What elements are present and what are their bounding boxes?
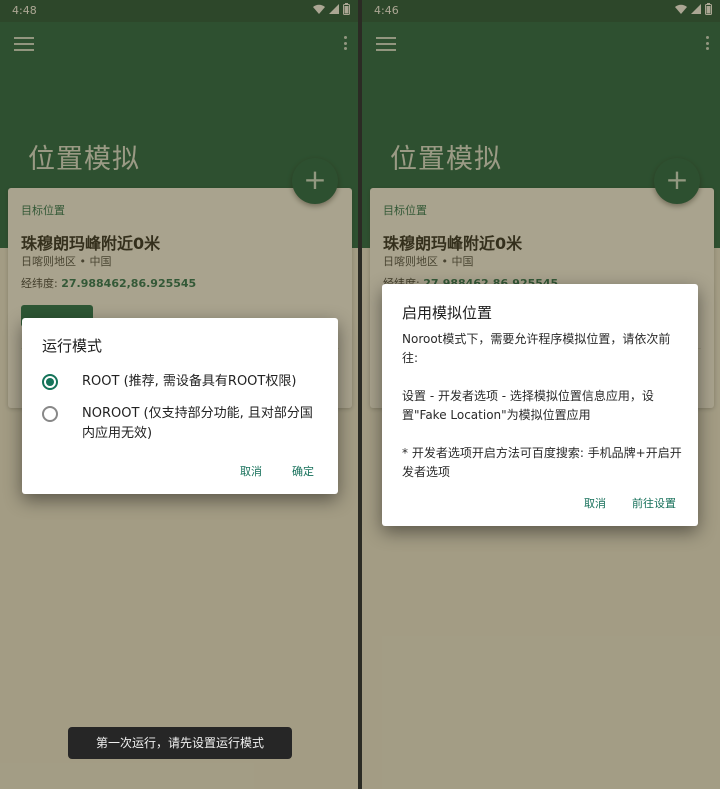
- dialog-actions: 取消 确定: [240, 463, 314, 479]
- cancel-button[interactable]: 取消: [240, 463, 262, 479]
- toast-message: 第一次运行，请先设置运行模式: [68, 727, 292, 759]
- dialog-paragraph: 设置 - 开发者选项 - 选择模拟位置信息应用，设置"Fake Location…: [402, 389, 654, 422]
- confirm-button[interactable]: 确定: [292, 463, 314, 479]
- option-noroot-label: NOROOT (仅支持部分功能, 且对部分国内应用无效): [82, 406, 313, 441]
- dialog-body: Noroot模式下，需要允许程序模拟位置，请依次前往: 设置 - 开发者选项 -…: [402, 330, 686, 482]
- go-to-settings-button[interactable]: 前往设置: [632, 495, 676, 511]
- left-phone-screen: 4:48 位置模拟 + 目标位置 珠穆朗玛峰附近0米 日喀则地区 • 中国 经纬…: [0, 0, 358, 789]
- dialog-title: 运行模式: [42, 337, 103, 355]
- radio-checked-icon[interactable]: [42, 374, 58, 390]
- enable-mock-location-dialog: 启用模拟位置 Noroot模式下，需要允许程序模拟位置，请依次前往: 设置 - …: [382, 284, 698, 526]
- right-phone-screen: 4:46 位置模拟 + 目标位置 珠穆朗玛峰附近0米 日喀则地区 • 中国 经纬…: [362, 0, 720, 789]
- option-root[interactable]: ROOT (推荐, 需设备具有ROOT权限): [42, 372, 322, 392]
- dialog-paragraph: * 开发者选项开启方法可百度搜索: 手机品牌+开启开发者选项: [402, 446, 682, 479]
- dialog-title: 启用模拟位置: [402, 304, 493, 322]
- dialog-actions: 取消 前往设置: [584, 495, 676, 511]
- option-root-label: ROOT (推荐, 需设备具有ROOT权限): [82, 374, 297, 389]
- option-noroot[interactable]: NOROOT (仅支持部分功能, 且对部分国内应用无效): [42, 404, 322, 444]
- dialog-paragraph: Noroot模式下，需要允许程序模拟位置，请依次前往:: [402, 332, 671, 365]
- run-mode-dialog: 运行模式 ROOT (推荐, 需设备具有ROOT权限) NOROOT (仅支持部…: [22, 318, 338, 494]
- cancel-button[interactable]: 取消: [584, 495, 606, 511]
- radio-unchecked-icon[interactable]: [42, 406, 58, 422]
